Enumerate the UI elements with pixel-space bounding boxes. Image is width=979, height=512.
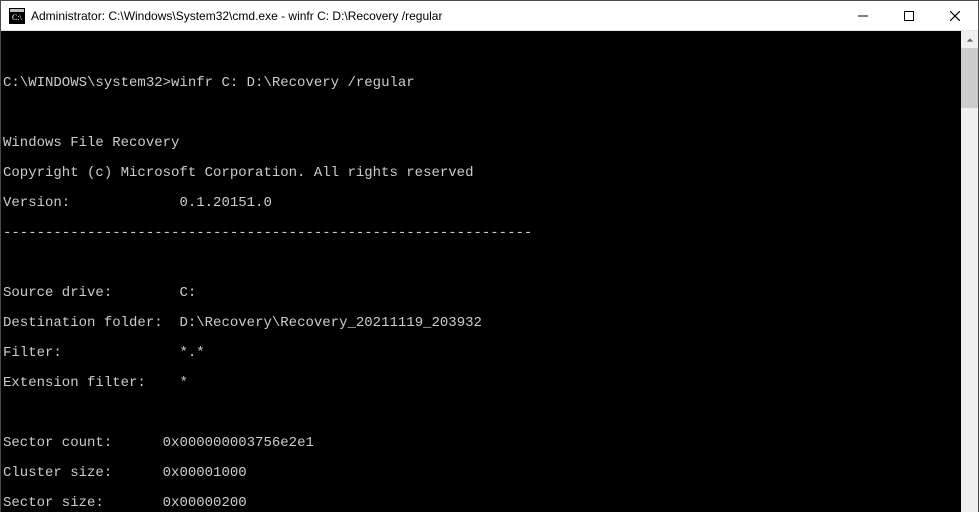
scroll-thumb[interactable]: [961, 48, 978, 108]
maximize-button[interactable]: [886, 1, 932, 31]
titlebar[interactable]: C:\ Administrator: C:\Windows\System32\c…: [1, 1, 978, 31]
stat-label: Cluster size:: [3, 465, 112, 481]
prompt-path: C:\WINDOWS\system32>: [3, 75, 171, 91]
stat-label: Sector size:: [3, 495, 104, 511]
copyright: Copyright (c) Microsoft Corporation. All…: [3, 166, 961, 181]
svg-text:C:\: C:\: [12, 13, 23, 22]
minimize-button[interactable]: [840, 1, 886, 31]
app-name: Windows File Recovery: [3, 136, 961, 151]
stat-value: 0x000000003756e2e1: [163, 435, 314, 451]
stat-row: Cluster size: 0x00001000: [3, 466, 961, 481]
blank-line: [3, 106, 961, 121]
version-label: Version:: [3, 195, 70, 211]
stat-label: Sector count:: [3, 435, 112, 451]
stat-row: Sector size: 0x00000200: [3, 496, 961, 511]
stat-row: Sector count: 0x000000003756e2e1: [3, 436, 961, 451]
prompt-line: C:\WINDOWS\system32>winfr C: D:\Recovery…: [3, 76, 961, 91]
cmd-icon: C:\: [9, 8, 25, 24]
blank-line: [3, 406, 961, 421]
param-label: Source drive:: [3, 285, 112, 301]
stat-value: 0x00000200: [163, 495, 247, 511]
vertical-scrollbar[interactable]: [961, 31, 978, 512]
client-area: C:\WINDOWS\system32>winfr C: D:\Recovery…: [1, 31, 978, 512]
window-title: Administrator: C:\Windows\System32\cmd.e…: [31, 9, 442, 23]
stat-value: 0x00001000: [163, 465, 247, 481]
param-row: Source drive: C:: [3, 286, 961, 301]
param-label: Destination folder:: [3, 315, 163, 331]
param-row: Extension filter: *: [3, 376, 961, 391]
param-value: C:: [179, 285, 196, 301]
blank-line: [3, 46, 961, 61]
param-label: Extension filter:: [3, 375, 146, 391]
blank-line: [3, 256, 961, 271]
param-value: *: [179, 375, 187, 391]
scroll-up-button[interactable]: [961, 31, 978, 48]
param-row: Destination folder: D:\Recovery\Recovery…: [3, 316, 961, 331]
terminal-output[interactable]: C:\WINDOWS\system32>winfr C: D:\Recovery…: [1, 31, 961, 512]
separator: ----------------------------------------…: [3, 226, 961, 241]
window: C:\ Administrator: C:\Windows\System32\c…: [0, 0, 979, 512]
param-row: Filter: *.*: [3, 346, 961, 361]
param-value: D:\Recovery\Recovery_20211119_203932: [179, 315, 481, 331]
command-text: winfr C: D:\Recovery /regular: [171, 75, 415, 91]
close-button[interactable]: [932, 1, 978, 31]
version-value: 0.1.20151.0: [179, 195, 271, 211]
param-value: *.*: [179, 345, 204, 361]
version-line: Version: 0.1.20151.0: [3, 196, 961, 211]
param-label: Filter:: [3, 345, 62, 361]
